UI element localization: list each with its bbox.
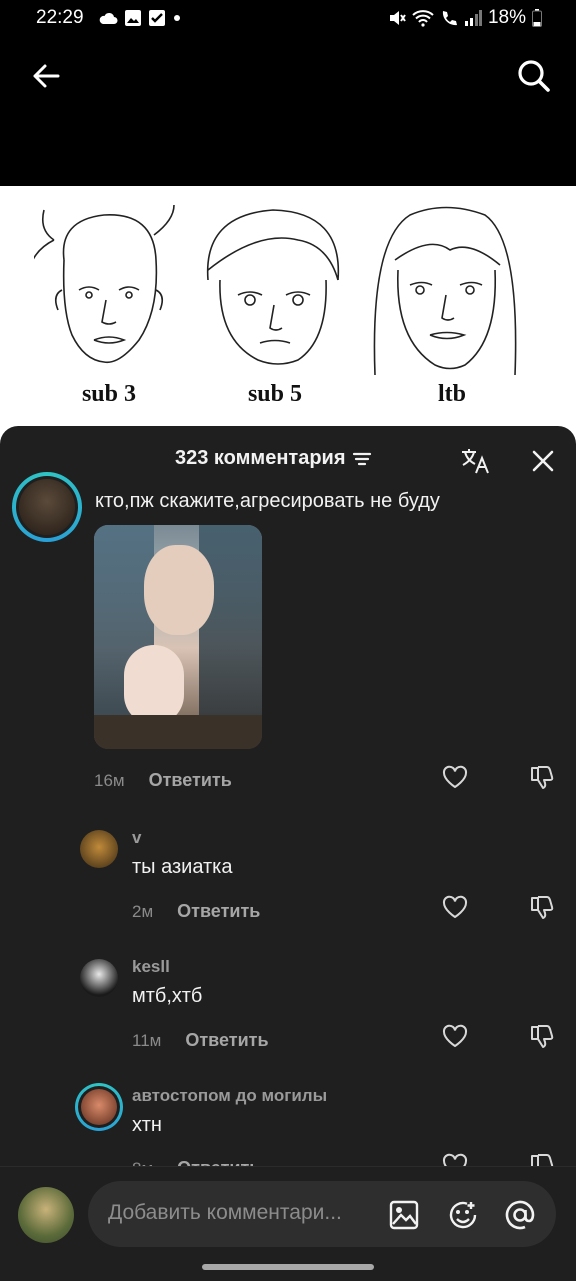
comment-time: 16м [94, 770, 125, 790]
mute-icon [389, 11, 406, 25]
emoji-button[interactable] [445, 1197, 481, 1233]
avatar[interactable] [12, 472, 82, 542]
face-label-1: sub 3 [81, 381, 137, 407]
face-sketch-1 [34, 204, 175, 364]
face-label-2: sub 5 [247, 381, 303, 407]
checkbox-icon [149, 10, 165, 26]
avatar[interactable] [75, 1083, 123, 1131]
comment-count: 323 комментария [175, 447, 346, 469]
back-button[interactable] [26, 56, 66, 96]
comment-count-sort-button[interactable]: 323 комментария [175, 447, 372, 470]
image-button[interactable] [386, 1197, 422, 1233]
close-icon [532, 450, 554, 472]
reply-username[interactable]: kesll [132, 957, 170, 977]
signal-icon [464, 10, 482, 26]
arrow-left-icon [33, 64, 60, 88]
call-icon [442, 11, 457, 26]
thumbs-down-icon [531, 1025, 554, 1048]
status-time: 22:29 [36, 7, 84, 28]
comment-text: кто,пж скажите,агресировать не буду [95, 490, 440, 512]
dislike-button[interactable] [527, 1021, 557, 1051]
mention-button[interactable] [502, 1197, 538, 1233]
sort-icon [352, 452, 371, 465]
heart-icon [442, 1024, 468, 1048]
like-button[interactable] [440, 892, 470, 922]
reply-meta: 2м Ответить [132, 901, 260, 922]
at-sign-icon [505, 1200, 535, 1230]
reply-time: 11м [132, 1030, 162, 1050]
like-button[interactable] [440, 762, 470, 792]
face-sketch-2 [206, 209, 340, 365]
reply-username[interactable]: v [132, 828, 141, 848]
dislike-button[interactable] [527, 762, 557, 792]
reply-button[interactable]: Ответить [185, 1030, 268, 1051]
comments-sheet: 323 комментария кто,пж скажите,агресиров… [0, 426, 576, 1280]
battery-percent: 18% [487, 7, 526, 28]
reply-button[interactable]: Ответить [149, 770, 232, 791]
system-icons: 18% [388, 7, 542, 29]
status-bar: 22:29 18% [0, 0, 576, 36]
cloud-icon [99, 12, 118, 24]
dislike-button[interactable] [527, 892, 557, 922]
notification-icons [98, 9, 182, 27]
emoji-icon [449, 1201, 477, 1229]
reply-button[interactable]: Ответить [177, 901, 260, 922]
heart-icon [442, 895, 468, 919]
avatar[interactable] [80, 830, 118, 868]
thumbs-down-icon [531, 766, 554, 789]
reply-text: мтб,хтб [132, 985, 203, 1007]
wifi-icon [412, 10, 434, 27]
top-bar [0, 36, 576, 186]
reply-text: хтн [132, 1114, 162, 1136]
comment-input-placeholder: Добавить комментари... [108, 1201, 342, 1224]
reply-time: 2м [132, 901, 154, 921]
translate-icon [462, 449, 489, 474]
face-label-3: ltb [437, 381, 466, 407]
avatar[interactable] [18, 1187, 74, 1243]
reply-text: ты азиатка [132, 856, 233, 878]
face-sketch-3 [373, 206, 517, 376]
gallery-icon [125, 10, 141, 26]
search-icon [518, 60, 550, 92]
like-button[interactable] [440, 1021, 470, 1051]
avatar[interactable] [80, 959, 118, 997]
reply-username[interactable]: автостопом до могилы [132, 1086, 327, 1106]
search-button[interactable] [512, 54, 556, 98]
post-image[interactable]: sub 3 sub 5 ltb [0, 186, 576, 446]
comment-input[interactable]: Добавить комментари... [88, 1181, 556, 1247]
reply-meta: 11м Ответить [132, 1030, 269, 1051]
translate-button[interactable] [458, 444, 492, 478]
comment-photo[interactable] [94, 525, 262, 749]
home-indicator[interactable] [202, 1264, 374, 1270]
comment-meta: 16м Ответить [94, 770, 232, 791]
battery-icon [532, 9, 542, 27]
comments-header: 323 комментария [0, 426, 576, 492]
image-icon [389, 1200, 419, 1230]
thumbs-down-icon [531, 896, 554, 919]
heart-icon [442, 765, 468, 789]
dot-icon [174, 15, 180, 21]
close-button[interactable] [526, 444, 560, 478]
